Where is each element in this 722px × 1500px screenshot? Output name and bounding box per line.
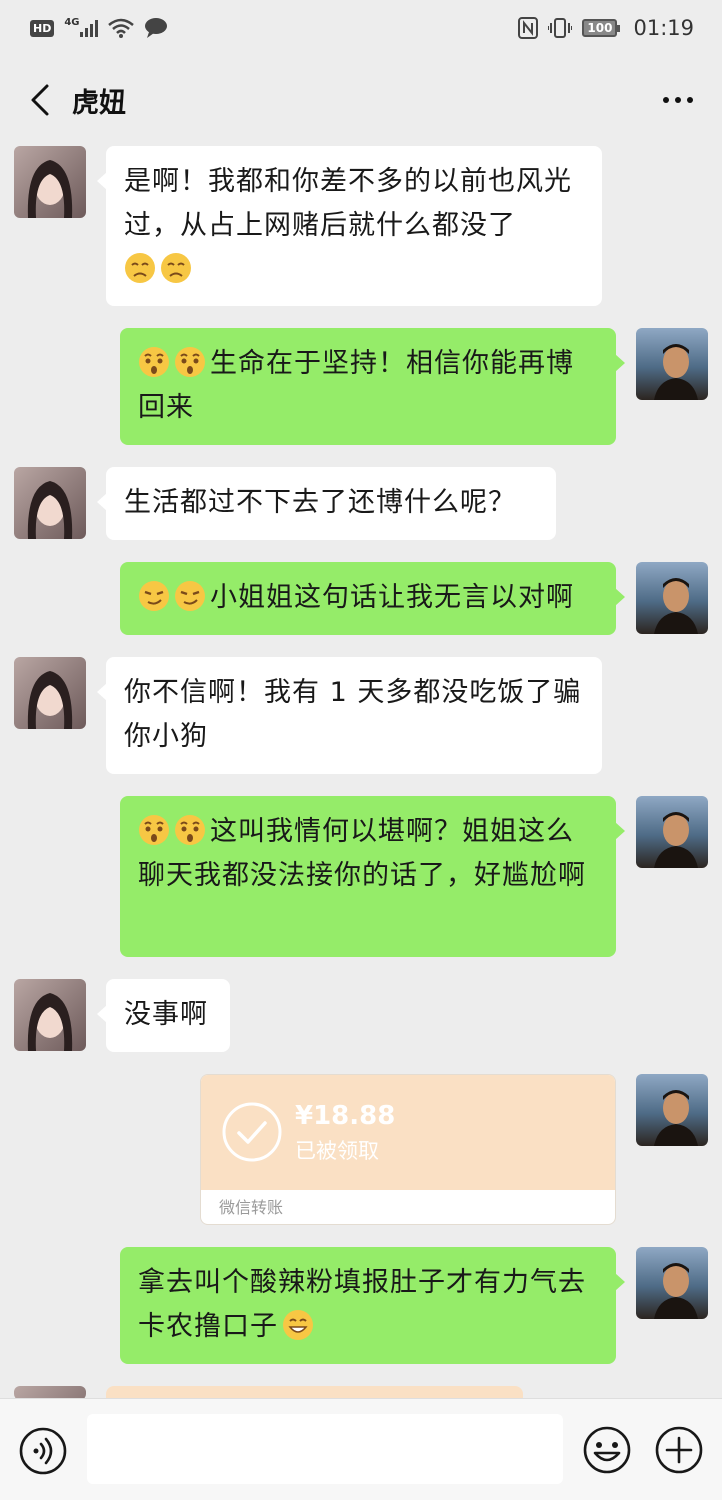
- transfer-status: 已被领取: [295, 1139, 379, 1163]
- transfer-amount: ¥18.88: [295, 1101, 396, 1131]
- contact-avatar[interactable]: [14, 979, 86, 1051]
- chat-header: 虎妞: [0, 56, 722, 144]
- more-dot-icon: [687, 97, 693, 103]
- contact-avatar[interactable]: [14, 146, 86, 218]
- transfer-card-body: ¥18.88 已被领取: [201, 1075, 615, 1190]
- message-bubble-incoming[interactable]: 没事啊: [97, 979, 230, 1052]
- surprised-face-icon: [139, 815, 169, 845]
- transfer-label: 微信转账: [219, 1198, 284, 1217]
- message-text: 生活都过不下去了还博什么呢？: [124, 487, 516, 518]
- message-text: 是啊！我都和你差不多的以前也风光过，从占上网赌后就什么都没了: [124, 166, 572, 241]
- message-text: 没事啊: [124, 999, 208, 1030]
- surprised-face-icon: [175, 347, 205, 377]
- emoji-button[interactable]: [582, 1425, 632, 1475]
- my-avatar[interactable]: [636, 328, 708, 400]
- grin-face-icon: [283, 1310, 313, 1340]
- chevron-left-icon: [31, 84, 49, 116]
- signal-icon: [79, 19, 98, 37]
- message-input[interactable]: [87, 1414, 563, 1484]
- message-bubble-incoming[interactable]: 生活都过不下去了还博什么呢？: [97, 467, 556, 540]
- contact-avatar[interactable]: [14, 657, 86, 729]
- status-bar: HD 4G 100 01:19: [0, 0, 722, 56]
- message-text: 拿去叫个酸辣粉填报肚子才有力气去卡农撸口子: [138, 1267, 586, 1342]
- vibrate-icon: [548, 18, 573, 38]
- message-text: 小姐姐这句话让我无言以对啊: [210, 582, 574, 613]
- smirk-face-icon: [139, 581, 169, 611]
- surprised-face-icon: [175, 815, 205, 845]
- smirk-face-icon: [175, 581, 205, 611]
- back-button[interactable]: [22, 78, 58, 122]
- message-bubble-outgoing[interactable]: 生命在于坚持！相信你能再博回来: [120, 328, 625, 445]
- message-bubble-outgoing[interactable]: 小姐姐这句话让我无言以对啊: [120, 562, 625, 635]
- message-bubble-outgoing[interactable]: 这叫我情何以堪啊？姐姐这么聊天我都没法接你的话了，好尴尬啊: [120, 796, 625, 957]
- my-avatar[interactable]: [636, 562, 708, 634]
- plus-button[interactable]: [654, 1425, 704, 1475]
- message-notification-icon: [144, 18, 167, 38]
- surprised-face-icon: [139, 347, 169, 377]
- chat-title: 虎妞: [72, 87, 126, 119]
- my-avatar[interactable]: [636, 1247, 708, 1319]
- more-options-button[interactable]: [654, 78, 702, 122]
- more-dot-icon: [675, 97, 681, 103]
- my-avatar[interactable]: [636, 1074, 708, 1146]
- input-bar: [0, 1398, 722, 1500]
- wifi-icon: [107, 18, 134, 38]
- check-circle-icon: [222, 1102, 282, 1162]
- sad-face-icon: [161, 253, 191, 283]
- message-bubble-incoming[interactable]: 你不信啊！我有 1 天多都没吃饭了骗你小狗: [97, 657, 602, 774]
- message-bubble-incoming[interactable]: 是啊！我都和你差不多的以前也风光过，从占上网赌后就什么都没了: [97, 146, 602, 306]
- transfer-card[interactable]: ¥18.88 已被领取 微信转账: [200, 1074, 616, 1225]
- battery-icon: 100: [582, 19, 621, 37]
- message-text: 你不信啊！我有 1 天多都没吃饭了骗你小狗: [124, 677, 582, 752]
- sad-face-icon: [125, 253, 155, 283]
- voice-input-button[interactable]: [18, 1426, 68, 1476]
- nfc-icon: [518, 17, 539, 39]
- contact-avatar[interactable]: [14, 467, 86, 539]
- clock: 01:19: [633, 16, 694, 40]
- network-indicator: 4G: [64, 17, 98, 37]
- hd-badge: HD: [30, 19, 55, 37]
- more-dot-icon: [663, 97, 669, 103]
- message-bubble-outgoing[interactable]: 拿去叫个酸辣粉填报肚子才有力气去卡农撸口子: [120, 1247, 625, 1364]
- my-avatar[interactable]: [636, 796, 708, 868]
